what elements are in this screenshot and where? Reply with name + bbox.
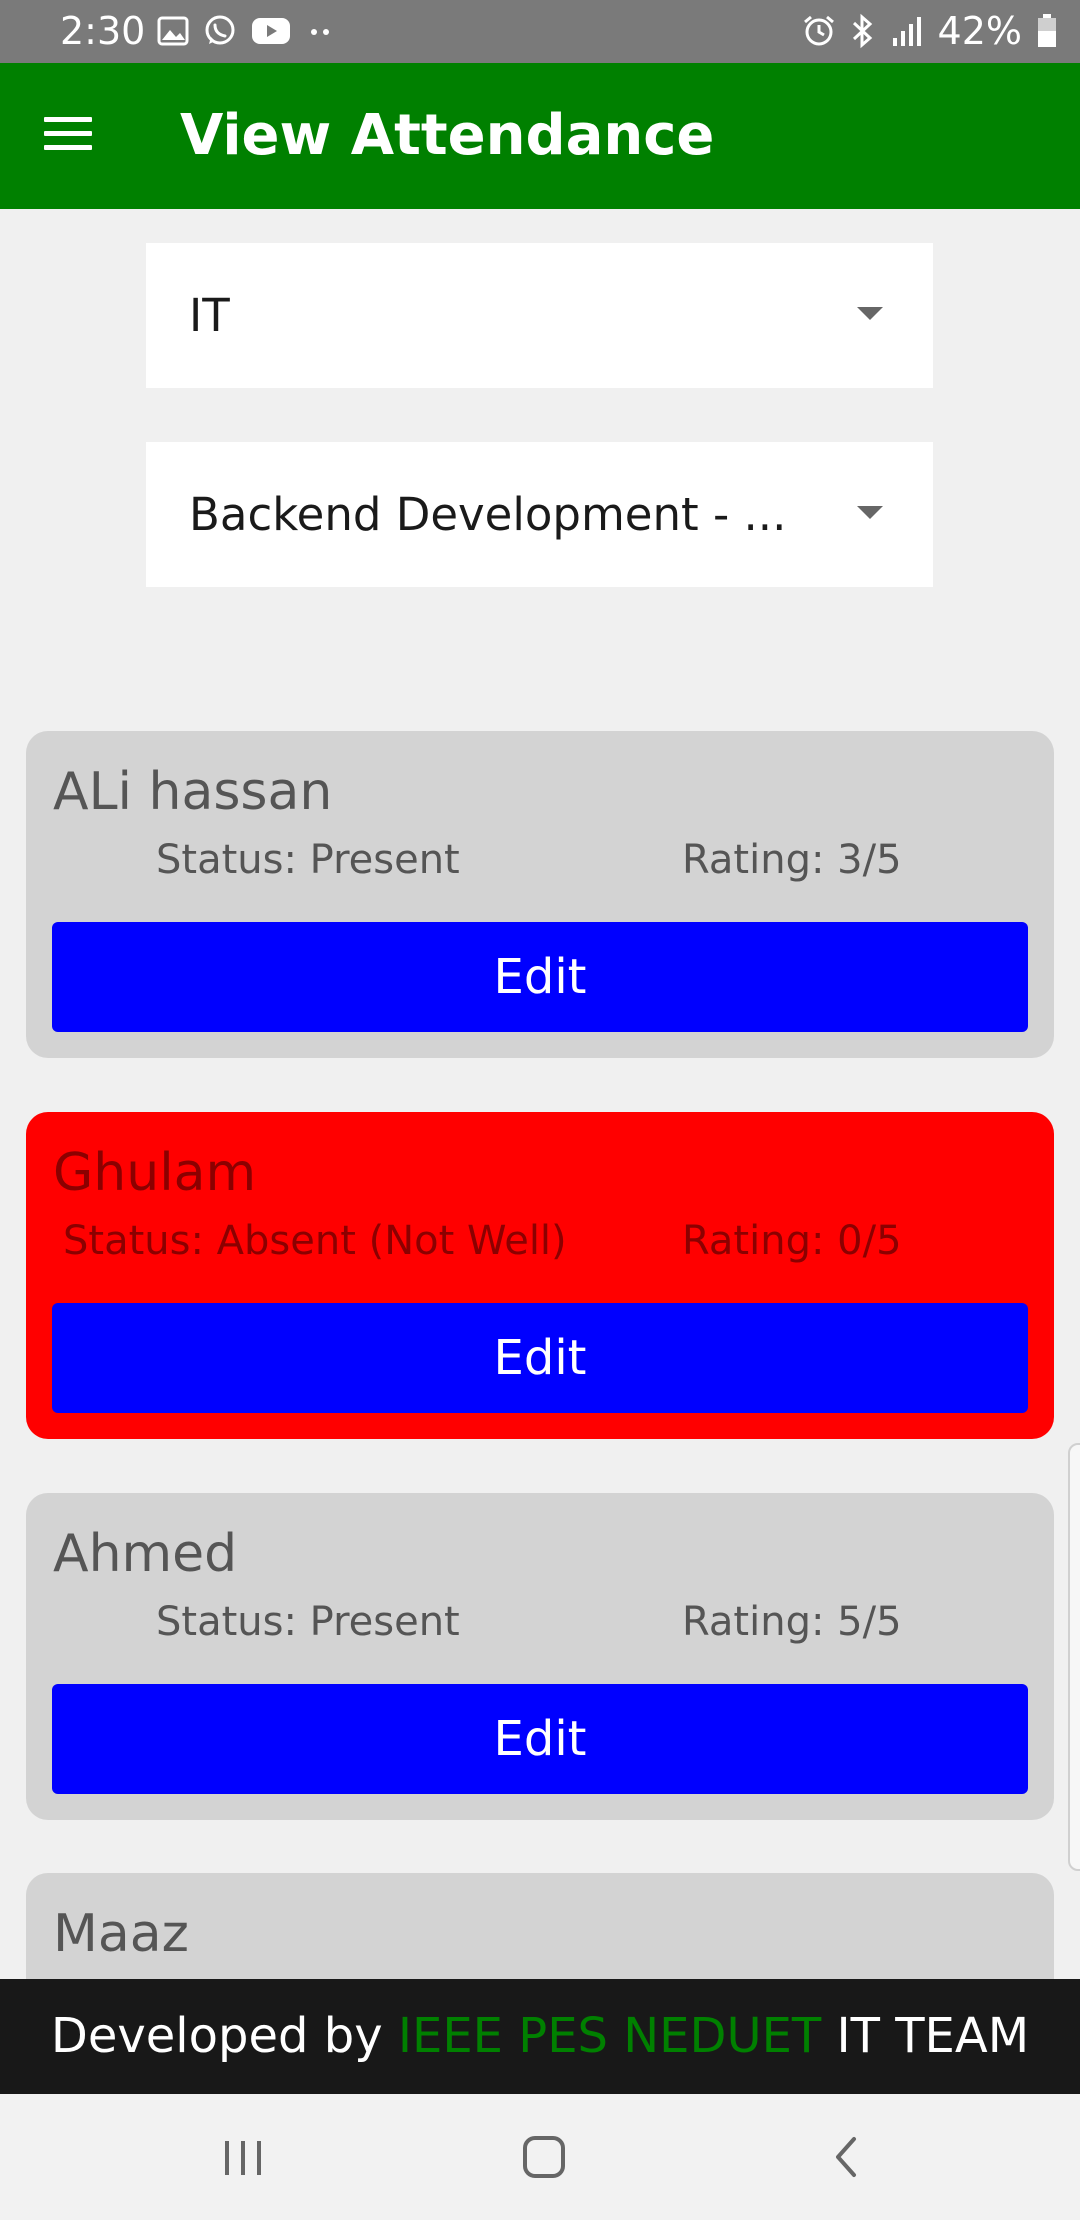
department-selected-value: IT	[189, 289, 230, 342]
dropdown-arrow-icon	[857, 506, 883, 519]
attendance-card: Ahmed Status: Present Rating: 5/5 Edit	[26, 1493, 1054, 1820]
recent-apps-icon[interactable]	[208, 2127, 278, 2187]
notification-icons	[157, 14, 335, 48]
home-icon[interactable]	[509, 2127, 579, 2187]
back-icon[interactable]	[812, 2127, 882, 2187]
footer-highlight: IEEE PES NEDUET	[397, 2008, 822, 2064]
status-bar: 2:30 42%	[0, 0, 1080, 63]
student-name: ALi hassan	[53, 762, 333, 822]
battery-icon	[1038, 14, 1056, 47]
more-dots-icon	[311, 29, 329, 35]
footer-prefix: Developed by	[50, 2008, 398, 2064]
scroll-indicator[interactable]	[1068, 1443, 1080, 1871]
gallery-icon	[157, 16, 189, 46]
dropdown-arrow-icon	[857, 307, 883, 320]
student-name: Ahmed	[53, 1524, 238, 1584]
attendance-rating: Rating: 3/5	[682, 837, 902, 883]
course-selected-value: Backend Development - ...	[189, 488, 787, 541]
course-dropdown[interactable]: Backend Development - ...	[146, 442, 933, 587]
alarm-icon	[803, 15, 834, 46]
attendance-status: Status: Present	[156, 837, 460, 883]
app-bar: View Attendance	[0, 63, 1080, 209]
department-dropdown[interactable]: IT	[146, 243, 933, 388]
page-title: View Attendance	[180, 103, 715, 168]
attendance-status: Status: Absent (Not Well)	[63, 1218, 567, 1264]
footer-credits: Developed by IEEE PES NEDUET IT TEAM	[0, 1979, 1080, 2094]
attendance-rating: Rating: 5/5	[682, 1599, 902, 1645]
status-time: 2:30	[60, 9, 146, 53]
attendance-card: ALi hassan Status: Present Rating: 3/5 E…	[26, 731, 1054, 1058]
footer-suffix: IT TEAM	[821, 2008, 1030, 2064]
student-name: Ghulam	[53, 1143, 257, 1203]
attendance-card: Ghulam Status: Absent (Not Well) Rating:…	[26, 1112, 1054, 1439]
youtube-icon	[252, 18, 290, 44]
system-nav-bar	[0, 2094, 1080, 2220]
battery-percent: 42%	[937, 9, 1022, 53]
system-status-icons: 42%	[802, 8, 1058, 54]
hamburger-menu-icon[interactable]	[38, 111, 100, 161]
bluetooth-icon	[852, 13, 872, 49]
edit-button[interactable]: Edit	[52, 922, 1028, 1032]
signal-icon	[892, 17, 921, 46]
student-name: Maaz	[53, 1904, 189, 1964]
edit-button[interactable]: Edit	[52, 1684, 1028, 1794]
edit-button[interactable]: Edit	[52, 1303, 1028, 1413]
whatsapp-icon	[205, 15, 235, 45]
attendance-status: Status: Present	[156, 1599, 460, 1645]
attendance-rating: Rating: 0/5	[682, 1218, 902, 1264]
